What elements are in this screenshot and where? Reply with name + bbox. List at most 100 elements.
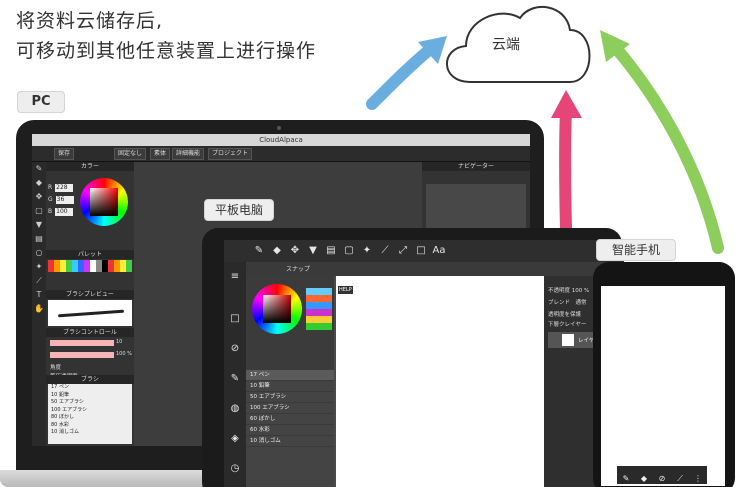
advanced-button[interactable]: 詳細機能: [172, 148, 205, 160]
brush-opacity-value: 100 %: [116, 351, 132, 357]
clip-checkbox[interactable]: 下層クレイヤー: [548, 320, 586, 328]
eraser-icon[interactable]: ◆: [270, 244, 284, 258]
cube-icon[interactable]: ◈: [228, 432, 242, 446]
menu-icon[interactable]: ≡: [228, 270, 242, 284]
tablet-brush-item[interactable]: 10 消しゴム: [246, 436, 334, 447]
rgb-b-value[interactable]: 100: [55, 208, 74, 216]
tablet-snap-bar: スナップ: [224, 262, 624, 276]
gradient-tool-icon[interactable]: ▤: [32, 232, 46, 246]
eraser-tool-icon[interactable]: ◆: [32, 176, 46, 190]
tablet-brush-item[interactable]: 60 水彩: [246, 425, 334, 436]
wand-tool-icon[interactable]: ✦: [32, 260, 46, 274]
hand-tool-icon[interactable]: ✋: [32, 302, 46, 316]
opacity-label: 不透明度 100 %: [548, 288, 590, 294]
brush-size: 17: [250, 372, 257, 378]
tablet-brush-list: 17 ペン 10 鉛筆 50 エアブラシ 100 エアブラシ 60 ぼかし 60…: [246, 370, 334, 487]
forbidden-icon[interactable]: ⊘: [228, 342, 242, 356]
app-title: CloudAlpaca: [32, 134, 530, 146]
brush-name: ぼかし: [258, 416, 276, 422]
text-icon[interactable]: Aa: [432, 244, 446, 258]
snap-none-button[interactable]: 固定なし: [114, 148, 147, 160]
pen-tool-icon[interactable]: ✎: [32, 162, 46, 176]
tablet-color-square[interactable]: [263, 295, 291, 323]
brush-item[interactable]: 10 鉛筆: [48, 392, 132, 400]
blend-mode[interactable]: ブレンド 通常: [548, 298, 587, 306]
tablet-brush-item[interactable]: 100 エアブラシ: [246, 403, 334, 414]
save-button[interactable]: 保存: [54, 148, 75, 160]
color-wheel[interactable]: [80, 178, 128, 226]
wand-icon[interactable]: ✦: [360, 244, 374, 258]
brush-name: 水彩: [58, 421, 69, 428]
color-square[interactable]: [90, 188, 118, 216]
laptop-camera: [277, 126, 281, 130]
lasso-tool-icon[interactable]: ○: [32, 246, 46, 260]
tablet-brush-item[interactable]: 10 鉛筆: [246, 381, 334, 392]
brush-item[interactable]: 17 ペン: [48, 384, 132, 392]
protect-checkbox[interactable]: 透明度を保護: [548, 310, 581, 318]
layer-thumbnail: [562, 334, 574, 346]
fill-icon[interactable]: ▼: [306, 244, 320, 258]
layer-icon[interactable]: □: [228, 312, 242, 326]
brush-item[interactable]: 100 エアブラシ: [48, 407, 132, 415]
more-icon[interactable]: ⋮: [689, 470, 707, 486]
eyedropper-tool-icon[interactable]: ⟋: [32, 274, 46, 288]
tablet-color-wheel[interactable]: [252, 284, 302, 334]
tablet-side-menu: ≡ □ ⊘ ✎ ◍ ◈ ◷: [224, 262, 246, 487]
pen-icon[interactable]: ✎: [617, 470, 635, 486]
palette-title: パレット: [46, 250, 134, 259]
pen-icon[interactable]: ✎: [228, 372, 242, 386]
brush-item[interactable]: 10 消しゴム: [48, 429, 132, 437]
project-button[interactable]: プロジェクト: [208, 148, 253, 160]
eyedropper-icon[interactable]: ⟋: [378, 244, 392, 258]
material-button[interactable]: 素体: [150, 148, 171, 160]
shape-icon[interactable]: □: [414, 244, 428, 258]
brush-size: 50: [51, 399, 58, 405]
palette-swatches[interactable]: [48, 260, 132, 272]
select-tool-icon[interactable]: ▢: [32, 204, 46, 218]
brush-preview: [48, 300, 132, 326]
fill-tool-icon[interactable]: ▼: [32, 218, 46, 232]
rgb-r-label: R: [48, 184, 53, 191]
transform-icon[interactable]: ⤢: [396, 244, 410, 258]
move-icon[interactable]: ✥: [288, 244, 302, 258]
brush-size: 17: [51, 384, 58, 390]
text-tool-icon[interactable]: T: [32, 288, 46, 302]
palette-icon[interactable]: ◍: [228, 402, 242, 416]
brush-size: 100: [51, 406, 61, 413]
brush-name: 消しゴム: [258, 438, 281, 444]
brush-size-slider[interactable]: [50, 340, 114, 346]
select-icon[interactable]: ▢: [342, 244, 356, 258]
tablet-brush-item[interactable]: 50 エアブラシ: [246, 392, 334, 403]
app-toolbar: 保存 固定なし 素体 詳細機能 プロジェクト: [32, 146, 530, 162]
tablet-toolbar: ✎ ◆ ✥ ▼ ▤ ▢ ✦ ⟋ ⤢ □ Aa: [224, 240, 624, 262]
brush-size: 10: [250, 383, 257, 389]
tablet-brush-item[interactable]: 17 ペン: [246, 370, 334, 381]
rgb-r-value[interactable]: 228: [55, 184, 74, 192]
tablet-brush-item[interactable]: 60 ぼかし: [246, 414, 334, 425]
forbidden-icon[interactable]: ⊘: [653, 470, 671, 486]
brush-size: 50: [250, 394, 257, 400]
brush-name: 水彩: [258, 427, 270, 433]
clock-icon[interactable]: ◷: [228, 462, 242, 476]
brush-size-value: 10: [116, 339, 123, 345]
rgb-g-value[interactable]: 36: [55, 196, 74, 204]
eraser-icon[interactable]: ◆: [635, 470, 653, 486]
brush-name: エアブラシ: [258, 394, 287, 400]
help-badge[interactable]: HELP: [338, 286, 353, 294]
move-tool-icon[interactable]: ✥: [32, 190, 46, 204]
gradient-icon[interactable]: ▤: [324, 244, 338, 258]
tablet-canvas[interactable]: HELP: [336, 276, 544, 487]
brush-item[interactable]: 80 ぼかし: [48, 414, 132, 422]
rgb-g-label: G: [48, 196, 53, 203]
brush-item[interactable]: 50 エアブラシ: [48, 399, 132, 407]
tablet-palette[interactable]: [306, 288, 332, 330]
brush-item[interactable]: 80 水彩: [48, 422, 132, 430]
brush-name: エアブラシ: [58, 399, 84, 405]
brush-icon[interactable]: ✎: [252, 244, 266, 258]
brush-size: 60: [250, 416, 257, 422]
brush-opacity-slider[interactable]: [50, 352, 114, 358]
eyedropper-icon[interactable]: ⟋: [671, 470, 689, 486]
navigator-title: ナビゲーター: [422, 162, 530, 171]
brush-size: 10: [51, 391, 58, 398]
brush-name: ぼかし: [58, 414, 74, 420]
